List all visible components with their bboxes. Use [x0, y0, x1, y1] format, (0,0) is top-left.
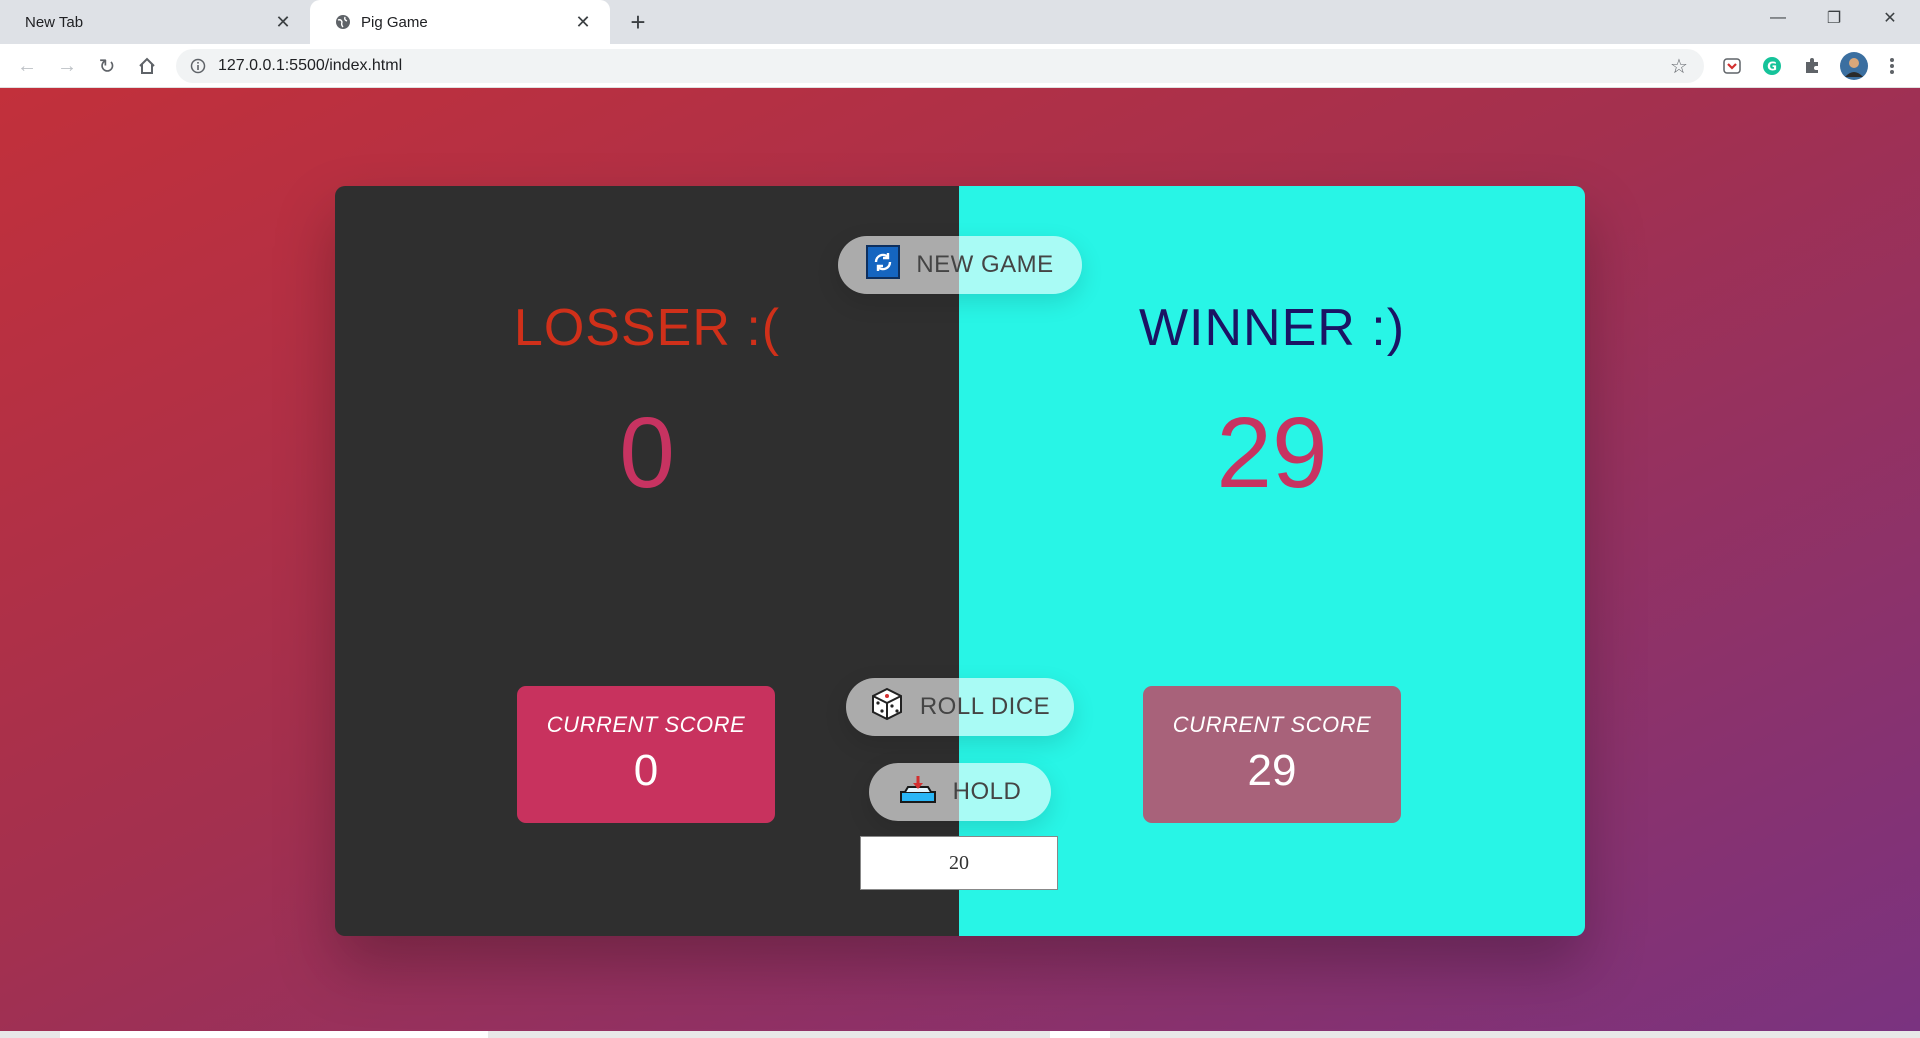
current-score-label: CURRENT SCORE	[1172, 712, 1372, 737]
reload-icon[interactable]: ↻	[94, 53, 120, 79]
hold-tray-icon	[899, 774, 937, 811]
current-score-box: CURRENT SCORE 29	[1143, 686, 1401, 823]
profile-avatar-icon[interactable]	[1840, 52, 1868, 80]
page-background: LOSSER :( 0 CURRENT SCORE 0 WINNER :) 29…	[0, 88, 1920, 1031]
current-score-value: 29	[1247, 746, 1297, 795]
back-icon[interactable]: ←	[14, 53, 40, 79]
new-game-label: NEW GAME	[916, 251, 1054, 278]
close-icon[interactable]: ✕	[272, 11, 294, 33]
hold-button[interactable]: HOLD	[869, 763, 1051, 821]
new-tab-button[interactable]: +	[624, 7, 652, 37]
scrollbar-track[interactable]	[0, 1031, 1920, 1038]
restore-icon[interactable]: ❐	[1806, 0, 1862, 36]
current-score-label: CURRENT SCORE	[546, 712, 746, 737]
minimize-icon[interactable]: —	[1750, 0, 1806, 36]
new-game-button[interactable]: NEW GAME	[838, 236, 1082, 294]
game-board: LOSSER :( 0 CURRENT SCORE 0 WINNER :) 29…	[335, 186, 1585, 936]
roll-dice-button[interactable]: ROLL DICE	[846, 678, 1074, 736]
pocket-extension-icon[interactable]	[1720, 54, 1744, 78]
forward-icon[interactable]: →	[54, 53, 80, 79]
close-icon[interactable]: ✕	[572, 11, 594, 33]
tab-label: Pig Game	[361, 13, 428, 31]
bookmark-star-icon[interactable]: ☆	[1668, 55, 1690, 78]
player-name: LOSSER :(	[513, 299, 781, 357]
close-window-icon[interactable]: ✕	[1862, 0, 1918, 36]
current-score-value: 0	[633, 746, 659, 795]
address-bar[interactable]: 127.0.0.1:5500/index.html ☆	[176, 49, 1704, 83]
current-score-box: CURRENT SCORE 0	[517, 686, 775, 823]
browser-tab-strip: New Tab ✕ Pig Game ✕ + — ❐ ✕	[0, 0, 1920, 44]
player-panel-2: WINNER :) 29 CURRENT SCORE 29	[959, 186, 1585, 936]
grammarly-extension-icon[interactable]: G	[1760, 54, 1784, 78]
tab-new-tab[interactable]: New Tab ✕	[0, 0, 310, 44]
url-text: 127.0.0.1:5500/index.html	[218, 57, 403, 74]
player-panel-1: LOSSER :( 0 CURRENT SCORE 0	[335, 186, 959, 936]
browser-toolbar: ← → ↻ 127.0.0.1:5500/index.html ☆ G	[0, 44, 1920, 88]
browser-menu-icon[interactable]	[1880, 54, 1904, 78]
home-icon[interactable]	[134, 53, 160, 79]
roll-dice-label: ROLL DICE	[919, 693, 1051, 720]
scrollbar-thumb[interactable]	[60, 1031, 488, 1038]
player-total-score: 29	[1216, 397, 1328, 509]
tab-label: New Tab	[25, 13, 84, 31]
refresh-icon	[866, 244, 901, 286]
extensions-puzzle-icon[interactable]	[1800, 54, 1824, 78]
dice-icon	[870, 687, 904, 728]
globe-icon	[335, 14, 351, 30]
player-total-score: 0	[619, 397, 675, 509]
hold-label: HOLD	[952, 778, 1022, 805]
info-icon[interactable]	[190, 58, 206, 74]
player-name: WINNER :)	[1138, 299, 1406, 357]
svg-text:G: G	[1767, 60, 1777, 74]
tab-pig-game[interactable]: Pig Game ✕	[310, 0, 610, 44]
scrollbar-segment	[1050, 1031, 1110, 1038]
target-score-input[interactable]	[860, 836, 1058, 890]
